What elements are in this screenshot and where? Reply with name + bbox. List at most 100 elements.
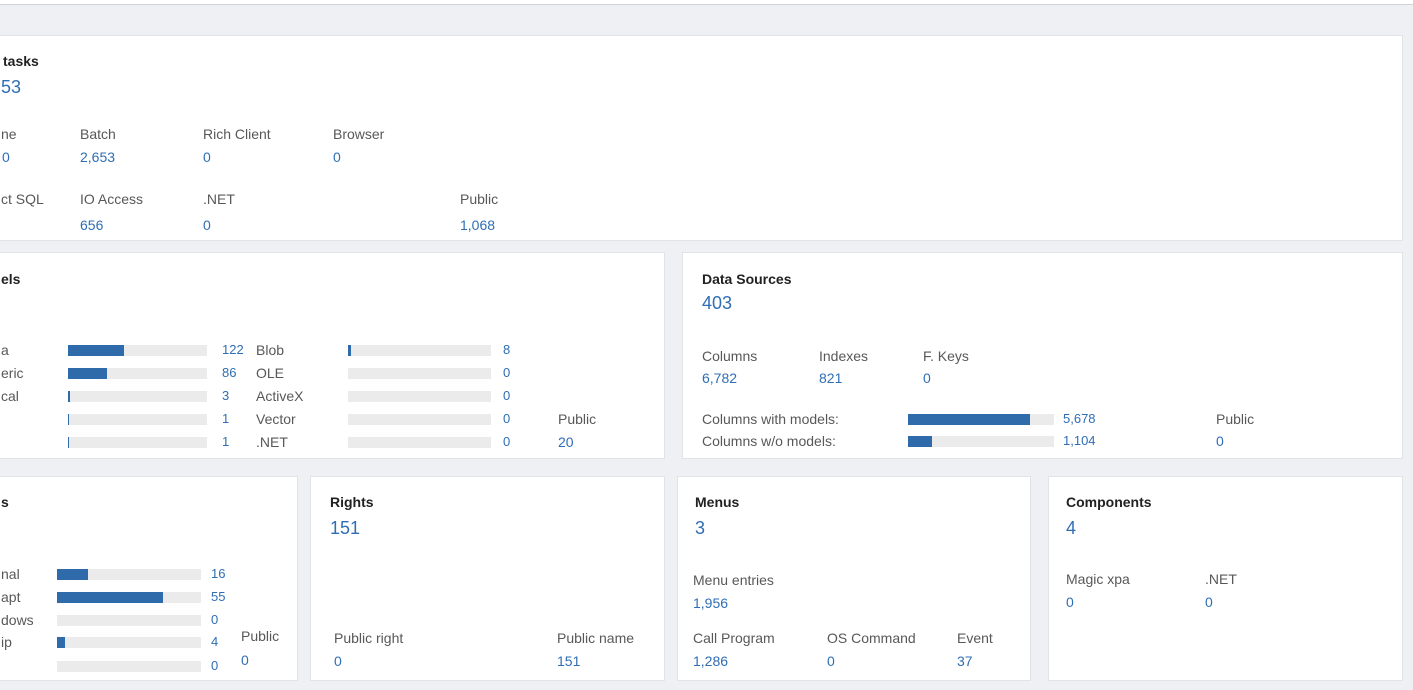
components-panel: Components 4 Magic xpa 0 .NET 0 bbox=[1048, 476, 1403, 681]
stat-label: IO Access bbox=[80, 191, 144, 207]
magic-xpa-label: Magic xpa bbox=[1066, 571, 1130, 587]
stat-value[interactable]: 0 bbox=[333, 149, 341, 165]
rights-total[interactable]: 151 bbox=[330, 518, 360, 538]
model-type-label: Vector bbox=[256, 411, 296, 427]
net-value[interactable]: 0 bbox=[1205, 594, 1213, 610]
panel-title: s bbox=[1, 494, 9, 510]
columns-without-models-bar bbox=[908, 436, 1054, 447]
form-type-count[interactable]: 0 bbox=[211, 612, 218, 628]
panel-title: els bbox=[1, 271, 21, 287]
public-right-value[interactable]: 0 bbox=[334, 653, 342, 669]
magic-xpa-value[interactable]: 0 bbox=[1066, 594, 1074, 610]
public-name-value[interactable]: 151 bbox=[557, 653, 580, 669]
panel-title: Rights bbox=[330, 494, 374, 510]
model-type-bar-fill bbox=[68, 414, 70, 425]
menus-panel: Menus 3 Menu entries 1,956 Call Program … bbox=[677, 476, 1031, 681]
form-type-count[interactable]: 0 bbox=[211, 658, 218, 674]
stat-value[interactable]: 0 bbox=[203, 149, 211, 165]
panel-title: Data Sources bbox=[702, 271, 792, 287]
model-type-count[interactable]: 1 bbox=[222, 411, 229, 427]
columns-without-models-count[interactable]: 1,104 bbox=[1063, 433, 1096, 449]
stat-label: F. Keys bbox=[923, 348, 969, 364]
model-type-count[interactable]: 0 bbox=[503, 365, 510, 381]
event-label: Event bbox=[957, 630, 993, 646]
public-label: Public bbox=[460, 191, 499, 207]
model-type-count[interactable]: 122 bbox=[222, 342, 244, 358]
stat-value[interactable]: 2,653 bbox=[80, 149, 115, 165]
tasks-panel: tasks 53 ne 0 Batch 2,653 Rich Client 0 … bbox=[0, 35, 1403, 241]
models-panel: els a 122 eric 86 cal 3 1 1 Blob 8 OLE 0… bbox=[0, 252, 665, 459]
stat-label: Batch bbox=[80, 126, 116, 142]
columns-without-models-label: Columns w/o models: bbox=[702, 433, 836, 449]
form-type-bar-fill bbox=[57, 569, 88, 580]
menus-total[interactable]: 3 bbox=[695, 518, 705, 538]
call-program-label: Call Program bbox=[693, 630, 775, 646]
model-type-count[interactable]: 3 bbox=[222, 388, 229, 404]
model-type-label: ActiveX bbox=[256, 388, 304, 404]
model-type-label: .NET bbox=[256, 434, 288, 450]
model-type-count[interactable]: 0 bbox=[503, 388, 510, 404]
panel-title: Components bbox=[1066, 494, 1152, 510]
stat-label: .NET bbox=[203, 191, 235, 207]
event-value[interactable]: 37 bbox=[957, 653, 973, 669]
model-type-bar-fill bbox=[68, 391, 71, 402]
stat-value[interactable]: 6,782 bbox=[702, 370, 737, 386]
data-sources-total[interactable]: 403 bbox=[702, 293, 732, 313]
columns-with-models-bar bbox=[908, 414, 1054, 425]
model-type-bar bbox=[348, 368, 491, 379]
os-command-label: OS Command bbox=[827, 630, 916, 646]
form-type-label: nal bbox=[1, 566, 20, 582]
columns-without-models-bar-fill bbox=[908, 436, 932, 447]
model-type-bar bbox=[348, 345, 491, 356]
menu-entries-value[interactable]: 1,956 bbox=[693, 595, 728, 611]
public-label: Public bbox=[1216, 411, 1255, 427]
public-label: Public bbox=[558, 411, 597, 427]
dashboard: tasks 53 ne 0 Batch 2,653 Rich Client 0 … bbox=[0, 0, 1413, 690]
panel-title: tasks bbox=[3, 53, 39, 69]
rights-panel: Rights 151 Public right 0 Public name 15… bbox=[310, 476, 665, 681]
model-type-label: OLE bbox=[256, 365, 285, 381]
model-type-count[interactable]: 1 bbox=[222, 434, 229, 450]
public-value[interactable]: 0 bbox=[241, 652, 249, 668]
form-type-count[interactable]: 55 bbox=[211, 589, 225, 605]
stat-label: Indexes bbox=[819, 348, 869, 364]
model-type-count[interactable]: 86 bbox=[222, 365, 236, 381]
menu-entries-label: Menu entries bbox=[693, 572, 774, 588]
model-type-count[interactable]: 0 bbox=[503, 411, 510, 427]
stat-label: Browser bbox=[333, 126, 385, 142]
stat-value[interactable]: 0 bbox=[2, 149, 10, 165]
model-type-label: eric bbox=[1, 365, 24, 381]
forms-panel: s nal 16 apt 55 dows 0 ip 4 0 Public 0 bbox=[0, 476, 298, 681]
form-type-bar bbox=[57, 637, 201, 648]
form-type-label: ip bbox=[1, 634, 12, 650]
form-type-bar-fill bbox=[57, 637, 65, 648]
data-sources-panel: Data Sources 403 Columns 6,782 Indexes 8… bbox=[682, 252, 1403, 459]
model-type-label: a bbox=[1, 342, 9, 358]
stat-value[interactable]: 0 bbox=[923, 370, 931, 386]
os-command-value[interactable]: 0 bbox=[827, 653, 835, 669]
form-type-count[interactable]: 16 bbox=[211, 566, 225, 582]
tasks-total[interactable]: 53 bbox=[1, 77, 21, 97]
stat-value[interactable]: 821 bbox=[819, 370, 842, 386]
model-type-bar bbox=[68, 437, 207, 448]
form-type-bar-fill bbox=[57, 592, 163, 603]
call-program-value[interactable]: 1,286 bbox=[693, 653, 728, 669]
components-total[interactable]: 4 bbox=[1066, 518, 1076, 538]
form-type-label: dows bbox=[1, 612, 34, 628]
model-type-count[interactable]: 0 bbox=[503, 434, 510, 450]
model-type-bar bbox=[68, 345, 207, 356]
columns-with-models-count[interactable]: 5,678 bbox=[1063, 411, 1096, 427]
form-type-label: apt bbox=[1, 589, 21, 605]
public-value[interactable]: 20 bbox=[558, 434, 574, 450]
model-type-count[interactable]: 8 bbox=[503, 342, 510, 358]
form-type-count[interactable]: 4 bbox=[211, 634, 218, 650]
public-value[interactable]: 0 bbox=[1216, 433, 1224, 449]
public-value[interactable]: 1,068 bbox=[460, 217, 495, 233]
form-type-bar bbox=[57, 592, 201, 603]
stat-value[interactable]: 656 bbox=[80, 217, 103, 233]
model-type-bar bbox=[348, 437, 491, 448]
model-type-label: Blob bbox=[256, 342, 285, 358]
model-type-bar-fill bbox=[68, 437, 70, 448]
stat-value[interactable]: 0 bbox=[203, 217, 211, 233]
model-type-bar bbox=[68, 368, 207, 379]
